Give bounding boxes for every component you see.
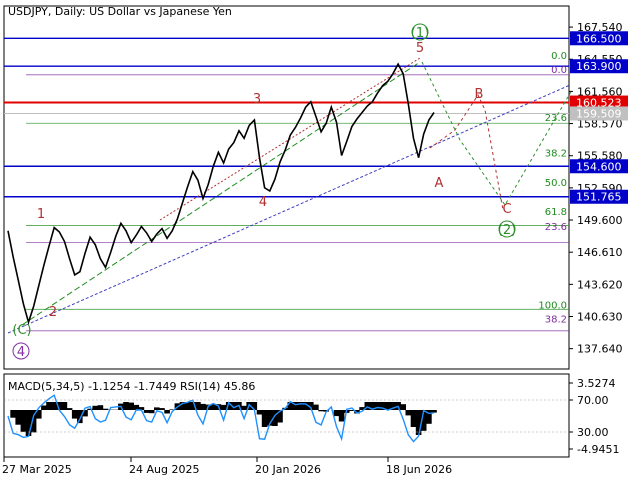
macd-bar (220, 404, 227, 410)
macd-bar (128, 402, 134, 410)
macd-bar (405, 410, 412, 416)
level-tag-label: 154.600 (576, 160, 622, 173)
wave-label: 1 (37, 207, 45, 222)
wave-label: (2) (498, 223, 516, 238)
macd-bar (400, 404, 406, 410)
wave-label: A (435, 176, 444, 191)
macd-bar (41, 405, 47, 410)
y-tick-label: 146.610 (577, 246, 623, 259)
level-tag-label: 151.765 (576, 191, 622, 204)
wave-label: 4 (259, 195, 267, 210)
wave-label: B (475, 87, 484, 102)
fibonacci-label: 0.0 (551, 51, 567, 62)
macd-bar (148, 410, 155, 414)
macd-bar (15, 410, 21, 425)
macd-bar (333, 410, 340, 417)
indicator-tick-label: -4.9451 (577, 443, 619, 456)
fibonacci-label: 100.0 (538, 300, 567, 311)
x-tick-label: 27 Mar 2025 (2, 463, 72, 476)
macd-bar (431, 410, 437, 413)
macd-bar (200, 403, 206, 410)
macd-bar (10, 410, 16, 418)
chart-title: USDJPY, Daily: US Dollar vs Japanese Yen (8, 5, 232, 18)
indicator-tick-label: 30.00 (577, 426, 609, 439)
macd-bar (164, 410, 170, 414)
macd-bar (51, 402, 57, 410)
macd-bar (66, 408, 73, 410)
macd-bar (102, 408, 109, 410)
fibonacci-label: 0.0 (551, 65, 567, 76)
y-tick-label: 149.600 (577, 214, 623, 227)
x-tick-label: 24 Aug 2025 (129, 463, 199, 476)
x-tick-label: 18 Jun 2026 (386, 463, 452, 476)
fibonacci-label: 23.6 (545, 222, 567, 233)
level-tag-label: 159.509 (576, 107, 622, 120)
indicator-title: MACD(5,34,5) -1.1254 -1.7449 RSI(14) 45.… (8, 380, 255, 393)
macd-bar (61, 402, 68, 410)
macd-bar (154, 407, 160, 410)
level-tag-label: 163.900 (576, 60, 622, 73)
fibonacci-label: 38.2 (545, 314, 567, 325)
fibonacci-label: 50.0 (545, 178, 567, 189)
macd-bar (71, 410, 78, 419)
macd-bar (338, 410, 345, 422)
wave-label: 4 (17, 345, 25, 360)
macd-bar (241, 405, 247, 410)
macd-bar (143, 410, 150, 413)
macd-bar (410, 410, 417, 427)
indicator-tick-label: 70.00 (577, 394, 609, 407)
macd-bar (97, 405, 104, 410)
wave-label: 2 (49, 305, 57, 320)
y-tick-label: 137.640 (577, 343, 623, 356)
wave-label: (C) (12, 323, 31, 338)
macd-bar (256, 410, 263, 415)
indicator-tick-label: 3.5274 (577, 377, 616, 390)
macd-bar (318, 410, 324, 412)
macd-bar (261, 410, 268, 427)
fibonacci-label: 23.6 (545, 113, 567, 124)
macd-bar (313, 404, 319, 410)
chart-canvas: 0.0 0.0 23.6 38.2 50.0 61.8 23.6 100.0 38.2 (1)5… (0, 0, 640, 480)
wave-label: C (502, 202, 511, 217)
level-tag-label: 166.500 (576, 32, 622, 45)
wave-label: 3 (253, 92, 261, 107)
macd-bar (415, 410, 422, 435)
macd-bar (92, 405, 98, 410)
wave-label: 5 (416, 41, 424, 56)
wave-label: (1) (411, 26, 429, 41)
macd-bar (20, 410, 27, 432)
y-tick-label: 143.620 (577, 278, 623, 291)
macd-bar (123, 402, 129, 410)
y-tick-label: 140.630 (577, 311, 623, 324)
macd-bar (46, 402, 52, 410)
fibonacci-label: 38.2 (545, 149, 567, 160)
x-tick-label: 20 Jan 2026 (255, 463, 321, 476)
fibonacci-label: 61.8 (545, 207, 567, 218)
macd-bar (159, 408, 165, 410)
